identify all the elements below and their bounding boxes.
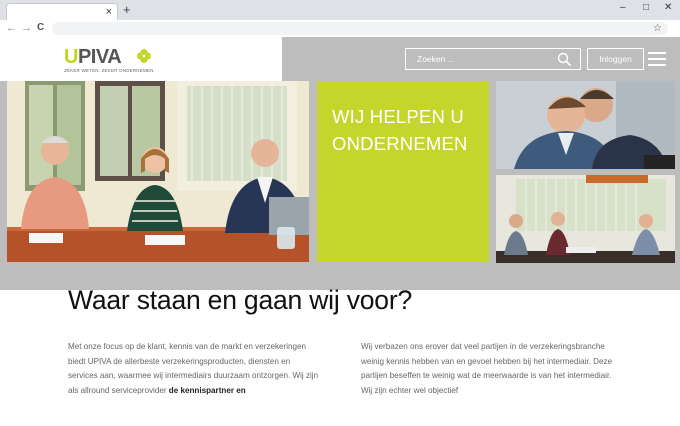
intro-paragraph-left: Met onze focus op de klant, kennis van d…: [68, 340, 322, 398]
browser-chrome: × + – □ ✕ ← → C ☆: [0, 0, 680, 37]
hero-section: WIJ HELPEN U ONDERNEMEN: [0, 81, 680, 290]
browser-tab[interactable]: ×: [6, 3, 118, 20]
back-icon[interactable]: ←: [6, 21, 17, 35]
page-heading: Waar staan en gaan wij voor?: [68, 285, 412, 315]
team-meeting-photo: [7, 81, 309, 262]
intro-paragraph-right: Wij verbazen ons erover dat veel partije…: [361, 342, 613, 395]
bookmark-star-icon[interactable]: ☆: [653, 22, 662, 35]
tab-bar: × + – □ ✕: [0, 0, 680, 20]
logo-tagline: ZÉKER WETEN. ZÉKER ONDERNEMEN.: [64, 68, 156, 73]
new-tab-icon[interactable]: +: [123, 3, 131, 17]
slogan-line-1: WIJ HELPEN U: [332, 106, 464, 127]
advisors-photo: [496, 81, 675, 169]
slogan-box: WIJ HELPEN U ONDERNEMEN: [317, 81, 489, 262]
logo-letters: PIVA: [77, 46, 122, 68]
window-close-icon[interactable]: ✕: [664, 2, 672, 14]
address-bar[interactable]: ☆: [52, 22, 668, 35]
office-team-photo: [496, 175, 675, 263]
slogan-line-2: ONDERNEMEN: [332, 133, 468, 154]
search-input[interactable]: Zoeken ...: [405, 48, 581, 70]
hamburger-menu-icon[interactable]: [648, 52, 666, 70]
logo-area: UPIVA ZÉKER WETEN. ZÉKER ONDERNEMEN.: [0, 37, 282, 81]
minimize-icon[interactable]: –: [620, 2, 626, 14]
search-placeholder: Zoeken ...: [417, 54, 455, 64]
clover-icon: [136, 48, 152, 64]
upiva-logo[interactable]: UPIVA ZÉKER WETEN. ZÉKER ONDERNEMEN.: [64, 47, 155, 73]
maximize-icon[interactable]: □: [643, 2, 649, 14]
forward-icon[interactable]: →: [21, 21, 32, 35]
reload-icon[interactable]: C: [37, 21, 44, 35]
kennispartner-link[interactable]: de kennispartner en: [169, 386, 246, 395]
logo-letter-u: U: [64, 46, 78, 68]
tab-close-icon[interactable]: ×: [106, 6, 112, 18]
login-button[interactable]: Inloggen: [587, 48, 644, 70]
address-row: ← → C ☆: [0, 20, 680, 37]
search-icon[interactable]: [557, 52, 572, 67]
